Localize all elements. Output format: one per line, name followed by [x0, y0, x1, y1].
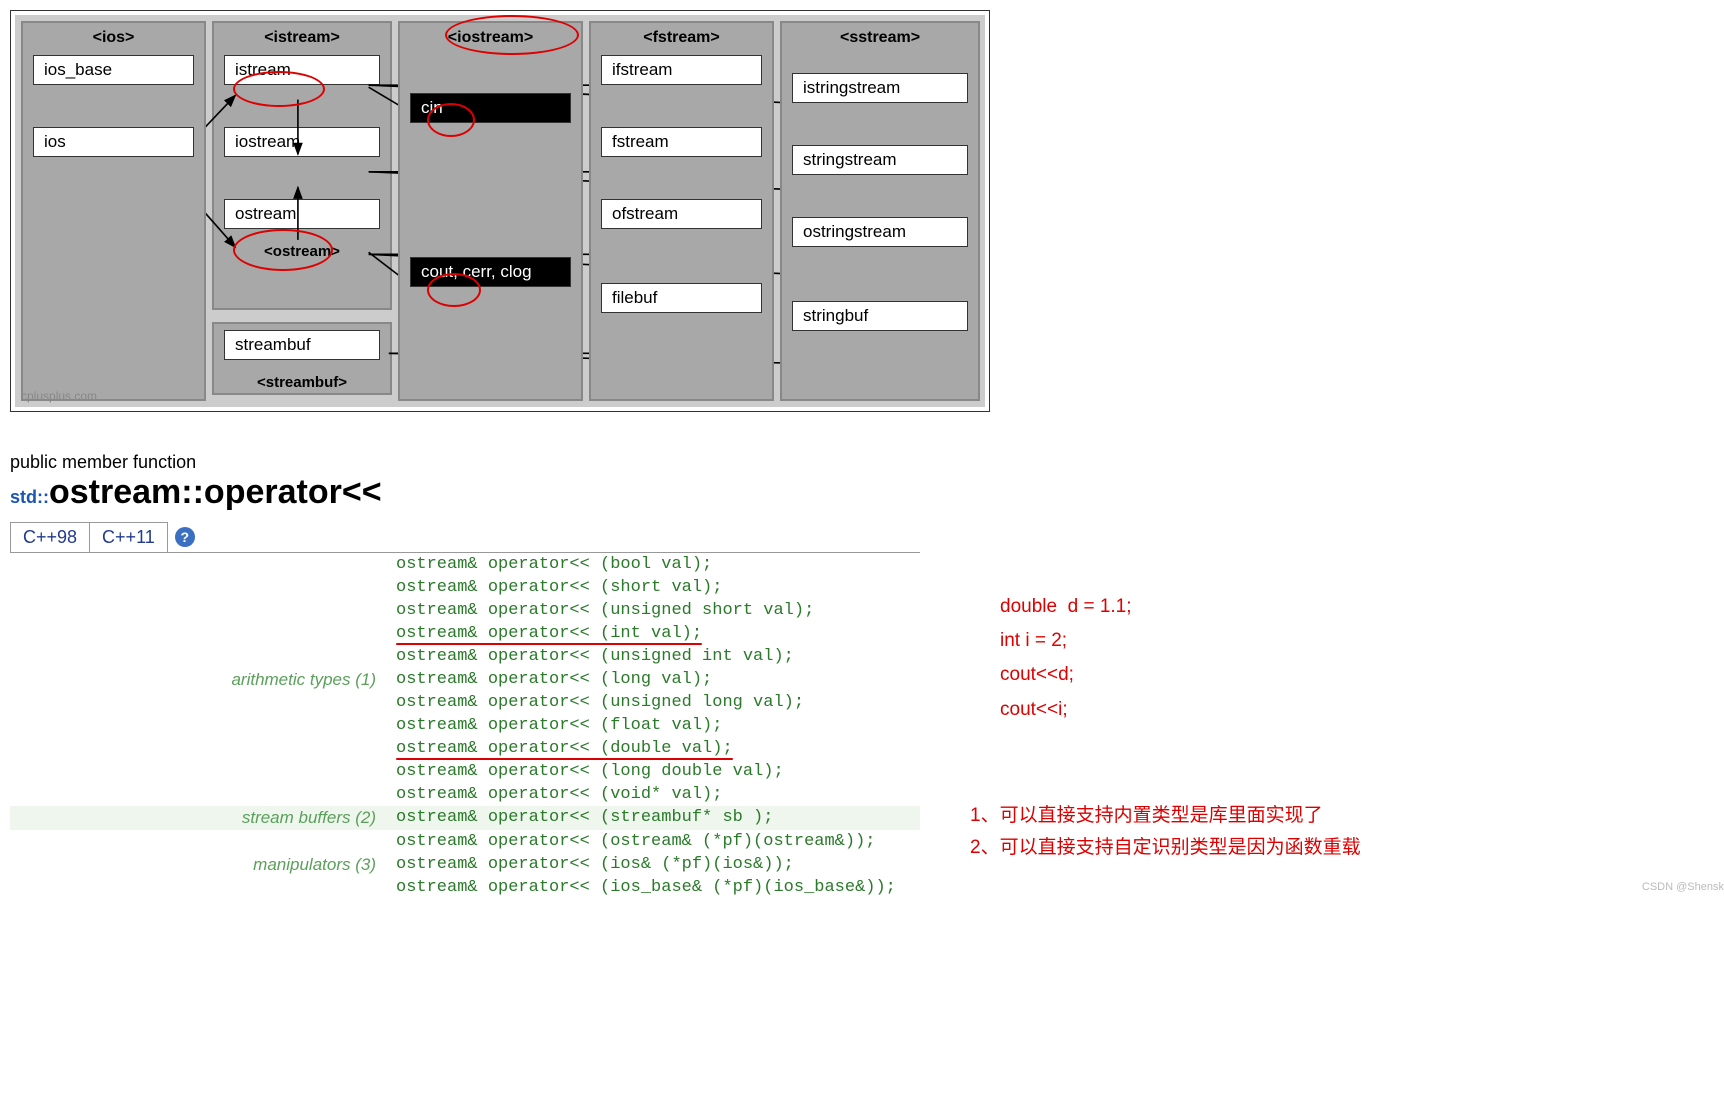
col-istream-wrap: <istream> istream iostream ostream <ostr… [212, 21, 392, 401]
page-title: std::ostream::operator<< [10, 473, 920, 512]
annotation-note-2: 2、可以直接支持自定识别类型是因为函数重载 [970, 832, 1361, 859]
sig-1-6: ostream& operator<< (unsigned long val); [390, 691, 920, 714]
node-istringstream: istringstream [792, 73, 968, 103]
col-sstream: <sstream> istringstream stringstream ost… [780, 21, 980, 401]
node-iostream: iostream [224, 127, 380, 157]
sig-1-3: ostream& operator<< (int val); [396, 624, 702, 643]
member-kind: public member function [10, 452, 920, 473]
watermark: cplusplus.com [21, 389, 97, 403]
namespace: std:: [10, 487, 49, 507]
col-sstream-label: <sstream> [792, 29, 968, 47]
version-tabs: C++98 C++11 ? [10, 522, 920, 553]
sig-3-2: ostream& operator<< (ios_base& (*pf)(ios… [390, 876, 920, 899]
sig-1-5: ostream& operator<< (long val); [390, 668, 920, 691]
node-ostringstream: ostringstream [792, 217, 968, 247]
node-streambuf: streambuf [224, 330, 380, 360]
node-ios: ios [33, 127, 194, 157]
node-filebuf: filebuf [601, 283, 762, 313]
col-iostream-label: <iostream> [410, 29, 571, 47]
sig-1-4: ostream& operator<< (unsigned int val); [390, 645, 920, 668]
streambuf-sublabel: <streambuf> [224, 374, 380, 391]
annotation-note-1: 1、可以直接支持内置类型是库里面实现了 [970, 800, 1323, 827]
reference-section: public member function std::ostream::ope… [10, 452, 920, 899]
col-iostream: <iostream> cin cout, cerr, clog [398, 21, 583, 401]
sig-2-0: ostream& operator<< (streambuf* sb ); [390, 806, 920, 830]
col-streambuf: streambuf <streambuf> [212, 322, 392, 395]
node-fstream: fstream [601, 127, 762, 157]
sig-1-1: ostream& operator<< (short val); [390, 576, 920, 599]
col-fstream-label: <fstream> [601, 29, 762, 47]
sig-3-0: ostream& operator<< (ostream& (*pf)(ostr… [390, 830, 920, 853]
col-fstream: <fstream> ifstream fstream ofstream file… [589, 21, 774, 401]
col-ios: <ios> ios_base ios [21, 21, 206, 401]
help-icon[interactable]: ? [175, 527, 195, 547]
sig-3-1: ostream& operator<< (ios& (*pf)(ios&)); [390, 853, 920, 876]
sig-1-0: ostream& operator<< (bool val); [390, 553, 920, 576]
signature-table: arithmetic types (1) ostream& operator<<… [10, 553, 920, 899]
node-ostream: ostream [224, 199, 380, 229]
col-ios-label: <ios> [33, 29, 194, 47]
annotation-code: double d = 1.1; int i = 2; cout<<d; cout… [1000, 590, 1132, 727]
sig-1-9: ostream& operator<< (long double val); [390, 760, 920, 783]
node-ofstream: ofstream [601, 199, 762, 229]
group-3-label: manipulators (3) [10, 830, 390, 899]
node-istream: istream [224, 55, 380, 85]
class-name: ostream [49, 473, 181, 511]
page-root: <ios> ios_base ios <istream> istream ios… [10, 10, 1724, 899]
group-1-label: arithmetic types (1) [10, 553, 390, 806]
ostream-sublabel: <ostream> [224, 243, 380, 260]
node-ifstream: ifstream [601, 55, 762, 85]
tab-cpp98[interactable]: C++98 [10, 522, 90, 552]
node-cout-cerr-clog: cout, cerr, clog [410, 257, 571, 287]
node-stringbuf: stringbuf [792, 301, 968, 331]
stream-hierarchy-diagram: <ios> ios_base ios <istream> istream ios… [15, 15, 985, 407]
operator-name: ::operator<< [181, 473, 381, 511]
sig-1-2: ostream& operator<< (unsigned short val)… [390, 599, 920, 622]
node-ios_base: ios_base [33, 55, 194, 85]
col-istream: <istream> istream iostream ostream <ostr… [212, 21, 392, 310]
col-istream-label: <istream> [224, 29, 380, 47]
node-stringstream: stringstream [792, 145, 968, 175]
node-cin: cin [410, 93, 571, 123]
diagram-frame: <ios> ios_base ios <istream> istream ios… [10, 10, 990, 412]
sig-1-8: ostream& operator<< (double val); [396, 739, 733, 758]
sig-1-10: ostream& operator<< (void* val); [390, 783, 920, 806]
csdn-watermark: CSDN @Shensk [1642, 881, 1724, 893]
sig-1-7: ostream& operator<< (float val); [390, 714, 920, 737]
tab-cpp11[interactable]: C++11 [89, 522, 168, 552]
group-2-label: stream buffers (2) [10, 806, 390, 830]
